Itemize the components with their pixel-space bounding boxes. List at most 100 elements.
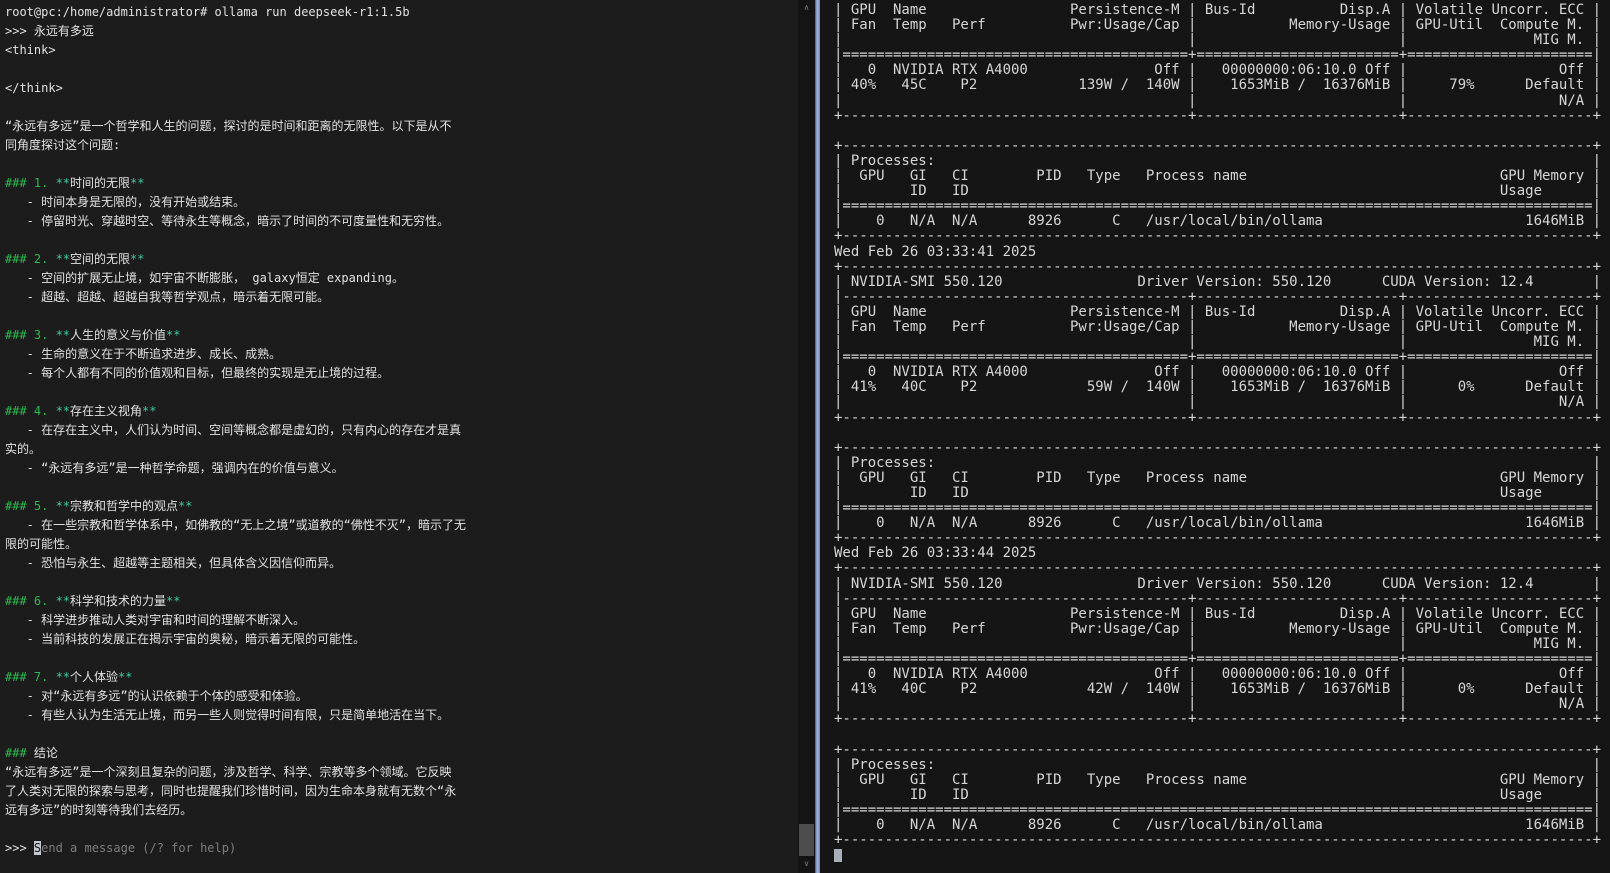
terminal-line: |=======================================…: [834, 350, 1610, 365]
terminal-line: | ID ID Usage |: [834, 184, 1610, 199]
text-segment: 限的可能性。: [5, 537, 77, 551]
terminal-line: | Fan Temp Perf Pwr:Usage/Cap | Memory-U…: [834, 320, 1610, 335]
terminal-line: “永远有多远”是一个深刻且复杂的问题，涉及哲学、科学、宗教等多个领域。它反映: [5, 763, 798, 782]
terminal-line: Wed Feb 26 03:33:44 2025: [834, 546, 1610, 561]
terminal-line: | 41% 40C P2 59W / 140W | 1653MiB / 1637…: [834, 380, 1610, 395]
terminal-line: | Fan Temp Perf Pwr:Usage/Cap | Memory-U…: [834, 18, 1610, 33]
text-segment: - 空间的扩展无止境，如宇宙不断膨胀， galaxy恒定 expanding。: [5, 271, 404, 285]
terminal-line: </think>: [5, 79, 798, 98]
terminal-line: | Processes: |: [834, 758, 1610, 773]
text-segment: 空间的无限: [70, 252, 130, 266]
terminal-line: | GPU GI CI PID Type Process name GPU Me…: [834, 471, 1610, 486]
text-segment: 宗教和哲学中的观点: [70, 499, 178, 513]
text-segment: ### 5.: [5, 499, 56, 513]
terminal-line: ### 3. **人生的意义与价值**: [5, 326, 798, 345]
terminal-line: 远有多远”的时刻等待我们去经历。: [5, 801, 798, 820]
terminal-line: [5, 383, 798, 402]
terminal-line: [5, 725, 798, 744]
terminal-line: | GPU Name Persistence-M | Bus-Id Disp.A…: [834, 607, 1610, 622]
text-segment: **: [56, 404, 70, 418]
text-segment: </think>: [5, 81, 63, 95]
text-segment: **: [166, 594, 180, 608]
terminal-line: [5, 649, 798, 668]
terminal-line: “永远有多远”是一个哲学和人生的问题，探讨的是时间和距离的无限性。以下是从不: [5, 117, 798, 136]
terminal-line: | NVIDIA-SMI 550.120 Driver Version: 550…: [834, 275, 1610, 290]
left-terminal-scrollbar[interactable]: ∧ ∨: [798, 0, 815, 873]
ollama-terminal-pane[interactable]: root@pc:/home/administrator# ollama run …: [0, 0, 798, 873]
terminal-line: - 对“永远有多远”的认识依赖于个体的感受和体验。: [5, 687, 798, 706]
terminal-line: | 0 NVIDIA RTX A4000 Off | 00000000:06:1…: [834, 365, 1610, 380]
terminal-line: | ID ID Usage |: [834, 486, 1610, 501]
terminal-line: |=======================================…: [834, 48, 1610, 63]
ollama-prompt-line[interactable]: >>> Send a message (/? for help): [5, 839, 798, 858]
terminal-line: | 0 NVIDIA RTX A4000 Off | 00000000:06:1…: [834, 63, 1610, 78]
text-segment: **: [118, 670, 132, 684]
scroll-up-arrow-icon[interactable]: ∧: [798, 1, 815, 15]
text-segment: - 停留时光、穿越时空、等待永生等概念，暗示了时间的不可度量性和无穷性。: [5, 214, 449, 228]
terminal-line: - 空间的扩展无止境，如宇宙不断膨胀， galaxy恒定 expanding。: [5, 269, 798, 288]
scrollbar-thumb[interactable]: [799, 824, 814, 856]
text-segment: 远有多远”的时刻等待我们去经历。: [5, 803, 192, 817]
text-segment: **: [130, 252, 144, 266]
text-segment: ### 7.: [5, 670, 56, 684]
text-segment: 实的。: [5, 442, 41, 456]
text-segment: >>> 永远有多远: [5, 24, 94, 38]
text-segment: - 当前科技的发展正在揭示宇宙的奥秘，暗示着无限的可能性。: [5, 632, 365, 646]
terminal-line: - “永远有多远”是一种哲学命题，强调内在的价值与意义。: [5, 459, 798, 478]
terminal-line: [5, 231, 798, 250]
text-segment: **: [56, 499, 70, 513]
terminal-line: [5, 307, 798, 326]
terminal-line: - 时间本身是无限的，没有开始或结束。: [5, 193, 798, 212]
terminal-line: +---------------------------------------…: [834, 260, 1610, 275]
terminal-line: +---------------------------------------…: [834, 561, 1610, 576]
terminal-line: | 0 NVIDIA RTX A4000 Off | 00000000:06:1…: [834, 667, 1610, 682]
text-segment: **: [56, 328, 70, 342]
terminal-line: |---------------------------------------…: [834, 592, 1610, 607]
terminal-line: ### 结论: [5, 744, 798, 763]
terminal-line: | Processes: |: [834, 456, 1610, 471]
terminal-line: | 0 N/A N/A 8926 C /usr/local/bin/ollama…: [834, 214, 1610, 229]
nvidia-smi-terminal-pane[interactable]: | GPU Name Persistence-M | Bus-Id Disp.A…: [820, 0, 1610, 873]
text-segment: - 有些人认为生活无止境，而另一些人则觉得时间有限，只是简单地活在当下。: [5, 708, 449, 722]
scroll-down-arrow-icon[interactable]: ∨: [798, 857, 815, 871]
terminal-line: |=======================================…: [834, 501, 1610, 516]
terminal-line: +---------------------------------------…: [834, 531, 1610, 546]
terminal-line: [834, 728, 1610, 743]
terminal-line: root@pc:/home/administrator# ollama run …: [5, 3, 798, 22]
text-segment: ### 6.: [5, 594, 56, 608]
text-segment: - 时间本身是无限的，没有开始或结束。: [5, 195, 245, 209]
terminal-line: | ID ID Usage |: [834, 788, 1610, 803]
terminal-line: | GPU GI CI PID Type Process name GPU Me…: [834, 169, 1610, 184]
text-segment: 同角度探讨这个问题:: [5, 138, 120, 152]
terminal-line: +---------------------------------------…: [834, 712, 1610, 727]
terminal-line: - 在存在主义中，人们认为时间、空间等概念都是虚幻的，只有内心的存在才是真: [5, 421, 798, 440]
terminal-line: [5, 155, 798, 174]
terminal-line: [5, 98, 798, 117]
terminal-line: 了人类对无限的探索与思考，同时也提醒我们珍惜时间，因为生命本身就有无数个“永: [5, 782, 798, 801]
text-segment: end a message (/? for help): [41, 841, 236, 855]
terminal-line: |=======================================…: [834, 652, 1610, 667]
terminal-line: | | | MIG M. |: [834, 335, 1610, 350]
text-segment: **: [178, 499, 192, 513]
terminal-line: +---------------------------------------…: [834, 743, 1610, 758]
terminal-line: 同角度探讨这个问题:: [5, 136, 798, 155]
terminal-line: [5, 478, 798, 497]
terminal-line: - 有些人认为生活无止境，而另一些人则觉得时间有限，只是简单地活在当下。: [5, 706, 798, 725]
terminal-line: <think>: [5, 41, 798, 60]
text-segment: 存在主义视角: [70, 404, 142, 418]
text-segment: >>>: [5, 841, 34, 855]
terminal-line: - 科学进步推动人类对宇宙和时间的理解不断深入。: [5, 611, 798, 630]
terminal-line: >>> 永远有多远: [5, 22, 798, 41]
text-segment: - 科学进步推动人类对宇宙和时间的理解不断深入。: [5, 613, 305, 627]
terminal-line: | 40% 45C P2 139W / 140W | 1653MiB / 163…: [834, 78, 1610, 93]
terminal-line: |=======================================…: [834, 803, 1610, 818]
terminal-line: | | | MIG M. |: [834, 637, 1610, 652]
terminal-line: | 0 N/A N/A 8926 C /usr/local/bin/ollama…: [834, 818, 1610, 833]
text-segment: “永远有多远”是一个深刻且复杂的问题，涉及哲学、科学、宗教等多个领域。它反映: [5, 765, 451, 779]
text-segment: - 对“永远有多远”的认识依赖于个体的感受和体验。: [5, 689, 308, 703]
terminal-line: - 超越、超越、超越自我等哲学观点，暗示着无限可能。: [5, 288, 798, 307]
terminal-line: +---------------------------------------…: [834, 139, 1610, 154]
text-segment: ### 2.: [5, 252, 56, 266]
terminal-line: | 41% 40C P2 42W / 140W | 1653MiB / 1637…: [834, 682, 1610, 697]
terminal-line: Wed Feb 26 03:33:41 2025: [834, 245, 1610, 260]
